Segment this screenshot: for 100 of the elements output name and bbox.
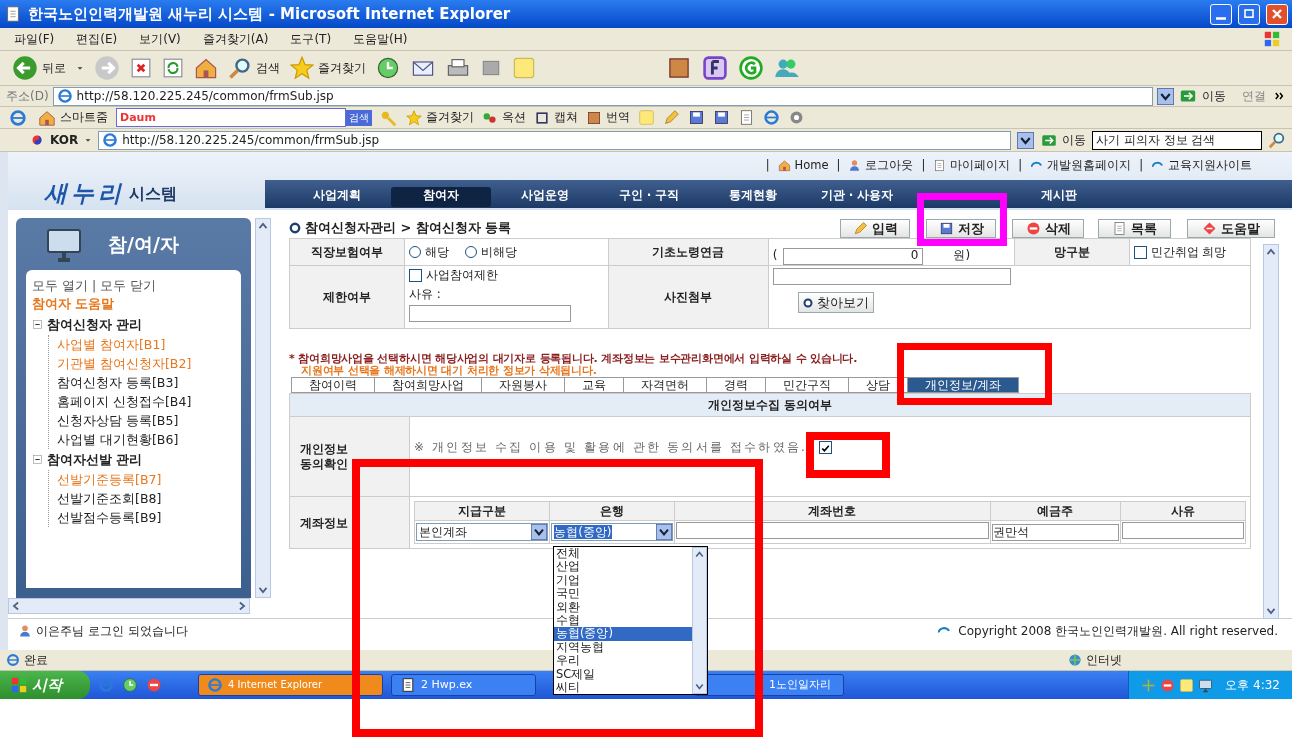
open-all-link[interactable]: 모두 열기 [32, 278, 88, 293]
tree-item[interactable]: 참여자선발 관리 [47, 449, 143, 470]
tab[interactable]: 교육 [564, 377, 624, 393]
circle-icon[interactable] [788, 109, 805, 126]
dropdown-option[interactable]: 씨티 [554, 681, 692, 695]
top-link[interactable]: 마이페이지 [933, 159, 1011, 173]
bank-select[interactable]: 농협(중앙) [551, 523, 674, 542]
toolbar-link[interactable]: 옥션 [482, 109, 526, 126]
nav-tab[interactable]: 게시판 [1009, 187, 1109, 207]
toolbar-link[interactable]: 즐겨찾기 [406, 109, 474, 126]
tab[interactable]: 경력 [706, 377, 766, 393]
reason-field[interactable] [409, 305, 571, 323]
tree-item[interactable]: 사업별 대기현황[B6] [57, 430, 179, 449]
delete-button[interactable]: 삭제 [1012, 218, 1084, 238]
tree-item[interactable]: 선발기준조회[B8] [57, 489, 162, 508]
tree-item[interactable]: 선발점수등록[B9] [57, 508, 162, 527]
taskbar-button[interactable]: 2 Hwp.ex [391, 674, 536, 696]
tree-item[interactable]: 참여신청자 등록[B3] [57, 373, 179, 392]
dropdown-option[interactable]: 외환 [554, 600, 692, 615]
menu-item[interactable]: 편집(E) [76, 31, 118, 47]
menu-item[interactable]: 파일(F) [14, 31, 55, 47]
top-link[interactable]: 로그아웃 [848, 159, 914, 173]
dropdown-option[interactable]: 기업 [554, 573, 692, 588]
menu-item[interactable]: 즐겨찾기(A) [202, 31, 269, 47]
tab[interactable]: 민간구직 [765, 377, 849, 393]
letter-f-icon[interactable] [702, 55, 728, 81]
input-button[interactable]: 입력 [840, 218, 910, 238]
help-button[interactable]: 도움말 [1187, 218, 1275, 238]
top-link[interactable]: 개발원홈페이지 [1030, 159, 1132, 173]
dropdown-icon[interactable] [1017, 131, 1034, 149]
back-button[interactable]: 뒤로 [12, 55, 66, 81]
scrollbar[interactable] [8, 598, 250, 614]
payment-select[interactable]: 본인계좌 [416, 523, 549, 542]
tab[interactable]: 자격면허 [623, 377, 707, 393]
tree-item[interactable]: 참여신청자 관리 [47, 314, 143, 335]
account-number-field[interactable] [676, 522, 989, 539]
dropdown-option[interactable]: 농협(중앙) [554, 627, 692, 641]
tree-item[interactable]: 홈페이지 신청접수[B4] [57, 392, 192, 411]
radio-button[interactable] [409, 246, 421, 259]
close-button[interactable] [1266, 3, 1288, 25]
nav-tab[interactable]: 통계현황 [703, 187, 803, 207]
go-button[interactable]: 이동 [1178, 88, 1226, 104]
dropdown-option[interactable]: SC제일 [554, 667, 692, 682]
browse-button[interactable]: 찾아보기 [797, 292, 874, 314]
site-search-field[interactable]: 사기 피의자 정보 검색 [1092, 130, 1262, 150]
checkbox[interactable] [409, 269, 422, 283]
favorites-button[interactable]: 즐겨찾기 [290, 56, 366, 80]
nav-tab[interactable]: 사업운영 [495, 187, 595, 207]
dropdown-option[interactable]: 국민 [554, 587, 692, 601]
checkbox[interactable] [819, 441, 832, 454]
tab[interactable]: 상담 [848, 377, 908, 393]
save-button[interactable]: 저장 [926, 218, 996, 238]
toolbar-link[interactable]: 캡쳐 [534, 109, 578, 126]
dropdown-option[interactable]: 전체 [554, 547, 692, 561]
dropdown-option[interactable]: 지역농협 [554, 640, 692, 655]
nav-tab[interactable]: 사업계획 [287, 187, 387, 207]
scrollbar[interactable] [1263, 244, 1279, 619]
dropdown-option[interactable]: 수협 [554, 614, 692, 628]
search-submit-button[interactable]: 검색 [346, 109, 372, 126]
toolbar-link[interactable]: 번역 [586, 109, 630, 126]
nav-tab[interactable]: 기관 · 사용자 [807, 187, 907, 207]
tree-item[interactable]: 신청자상담 등록[B5] [57, 411, 179, 430]
tab[interactable]: 참여이력 [291, 377, 375, 393]
menu-item[interactable]: 도움말(H) [353, 31, 408, 47]
list-button[interactable]: 목록 [1098, 218, 1171, 238]
minimize-button[interactable] [1210, 3, 1232, 25]
nav-tab[interactable]: 참여자 [391, 187, 491, 207]
dropdown-icon[interactable] [1157, 87, 1174, 105]
dropdown-option[interactable]: 산업 [554, 560, 692, 574]
url-field[interactable]: http://58.120.225.245/common/frmSub.jsp [98, 130, 1011, 150]
scrollbar[interactable] [692, 547, 707, 695]
history-icon[interactable] [376, 56, 400, 80]
search-button[interactable]: 검색 [228, 56, 280, 80]
collapse-icon[interactable] [32, 454, 43, 465]
top-link[interactable]: Home [777, 159, 829, 173]
top-link[interactable]: 교육지원사이트 [1151, 159, 1252, 173]
search-icon[interactable] [1268, 131, 1286, 149]
tab[interactable]: 자원봉사 [481, 377, 565, 393]
collapse-icon[interactable] [32, 319, 43, 330]
reason-field[interactable] [1121, 522, 1244, 539]
go-button[interactable]: 이동 [1040, 132, 1086, 148]
letter-g-icon[interactable] [738, 55, 764, 81]
language-button[interactable]: KOR [28, 131, 79, 149]
circle-icon[interactable] [146, 677, 162, 693]
tab[interactable]: 개인정보/계좌 [907, 377, 1020, 393]
home-icon[interactable] [194, 56, 218, 80]
tab[interactable]: 참여희망사업 [374, 377, 482, 393]
address-field[interactable]: http://58.120.225.245/common/frmSub.jsp [52, 86, 1153, 106]
menu-item[interactable]: 도구(T) [290, 31, 332, 47]
menu-item[interactable]: 보기(V) [139, 31, 181, 47]
smartzoom-button[interactable]: 스마트줌 [38, 108, 108, 127]
search-field[interactable]: Daum [116, 108, 346, 127]
dropdown-option[interactable]: 우리 [554, 654, 692, 668]
holder-field[interactable]: 권만석 [991, 523, 1119, 541]
amount-field[interactable]: 0 [783, 248, 924, 265]
scrollbar[interactable] [255, 218, 271, 598]
checkbox[interactable] [1133, 245, 1147, 259]
close-all-link[interactable]: 모두 닫기 [100, 278, 157, 293]
nav-tab[interactable]: 구인 · 구직 [599, 187, 699, 207]
refresh-icon[interactable] [162, 57, 184, 79]
